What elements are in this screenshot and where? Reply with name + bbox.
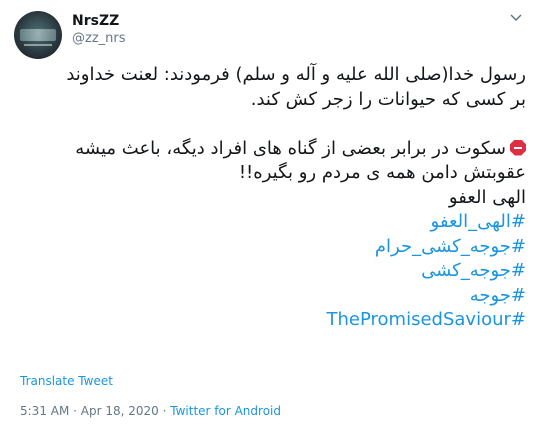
separator: · (69, 404, 81, 418)
chevron-down-icon[interactable] (508, 12, 524, 24)
author-display-name[interactable]: NrsZZ (72, 13, 119, 29)
hashtag-link[interactable]: #جوجه_کشی_حرام (16, 235, 526, 260)
tweet-line-with-stop: سکوت در برابر بعضی از گناه های افراد دیگ… (16, 137, 526, 162)
tweet-line: سکوت در برابر بعضی از گناه های افراد دیگ… (75, 137, 506, 159)
tweet-date[interactable]: Apr 18, 2020 (81, 404, 159, 418)
avatar-line-graphic (24, 44, 52, 46)
hashtag-link[interactable]: #جوجه (16, 284, 526, 309)
avatar[interactable] (14, 11, 62, 59)
hashtag-link[interactable]: #ThePromisedSaviour (16, 308, 526, 333)
tweet-metadata: 5:31 AM · Apr 18, 2020 · Twitter for And… (20, 404, 281, 418)
tweet-source-link[interactable]: Twitter for Android (170, 404, 281, 418)
tweet-line: بر کسی که حیوانات را زجر کش کند. (250, 88, 526, 110)
tweet-text: رسول خدا(صلی الله علیه و آله و سلم) فرمو… (16, 63, 526, 333)
tweet-line: عقوبتش دامن همه ی مردم رو بگیره!! (238, 162, 526, 183)
separator: · (158, 404, 171, 418)
stop-sign-icon (510, 139, 526, 156)
hashtag-link[interactable]: #الهی_العفو (16, 210, 526, 235)
hashtag-link[interactable]: #جوجه_کشی (16, 259, 526, 284)
avatar-banner-graphic (20, 29, 56, 41)
tweet-time[interactable]: 5:31 AM (20, 404, 69, 418)
translate-tweet-link[interactable]: Translate Tweet (20, 374, 113, 388)
tweet-line: رسول خدا(صلی الله علیه و آله و سلم) فرمو… (66, 64, 526, 85)
tweet-line: الهی العفو (448, 186, 526, 208)
author-handle[interactable]: @zz_nrs (72, 31, 126, 46)
